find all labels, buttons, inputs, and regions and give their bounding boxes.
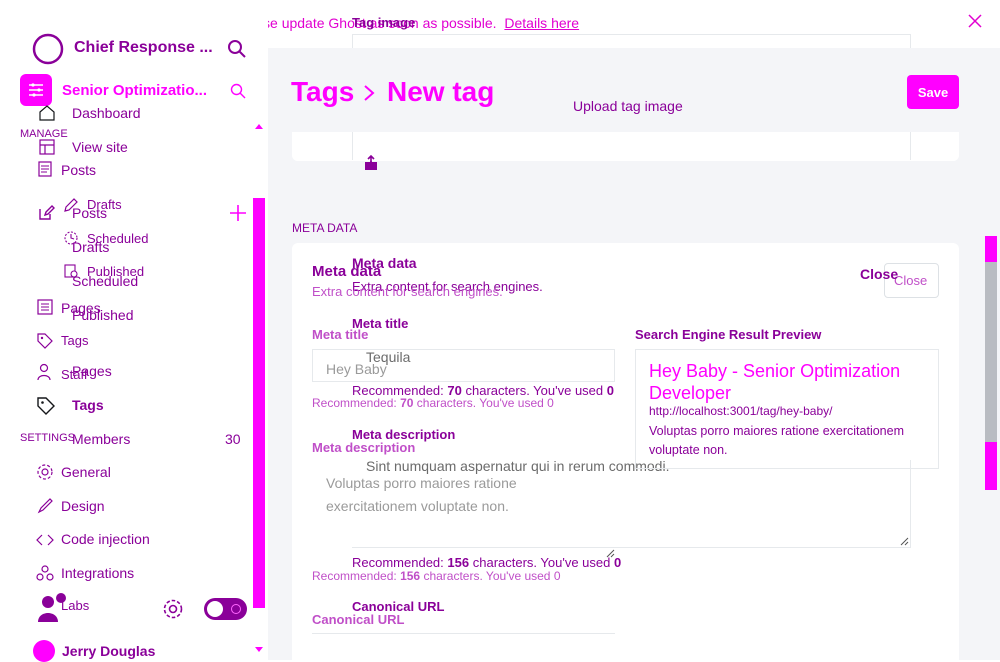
sidebar-item-drafts[interactable]: Drafts [72,239,109,255]
search-icon[interactable] [227,39,247,59]
serp-description: Voluptas porro maiores ratione exercitat… [649,424,904,457]
sidebar-item-tags-active[interactable]: Tags [72,397,104,413]
sidebar-item-view-site[interactable]: View site [72,139,128,155]
sidebar-item-pages[interactable]: Pages [72,363,112,379]
hint-number: 156 [447,555,470,570]
user-name[interactable]: Jerry Douglas [62,643,155,659]
brush-icon [37,498,53,514]
hint-number: 70 [400,396,414,410]
hint-used: 0 [606,383,614,398]
gear-icon [37,464,53,480]
tag-image-label: Tag image [352,15,416,30]
serp-url: http://localhost:3001/tag/hey-baby/ [649,404,833,418]
meta-title-hint-shadow: Recommended: 70 characters. You've used … [312,396,554,410]
code-icon [36,534,54,546]
hint-prefix: Recommended: [312,569,397,583]
meta-card-subtitle-shadow: Extra content for search engines. [312,284,503,299]
staff-icon [37,363,51,381]
tag-icon [37,333,53,349]
hint-prefix: Recommended: [352,555,444,570]
posts-icon [38,161,52,177]
layout-icon [39,139,55,155]
sidebar-scrollbar-thumb[interactable] [253,198,265,608]
home-icon [39,105,55,121]
sidebar-item-members[interactable]: Members [72,431,130,447]
meta-section-label: META DATA [292,221,358,235]
sidebar-item-general[interactable]: General [61,464,111,480]
sidebar-item-scheduled[interactable]: Scheduled [72,273,138,289]
theme-toggle[interactable] [204,598,247,620]
sidebar: Chief Response ... Senior Optimizatio...… [0,0,268,662]
meta-description-value-shadow: Voluptas porro maiores ratione exercitat… [326,475,517,514]
scroll-down-icon[interactable] [254,646,264,654]
sidebar-item-integrations[interactable]: Integrations [61,565,134,581]
meta-description-label-shadow: Meta description [312,440,416,455]
sun-icon [231,604,241,614]
tag-icon [37,397,55,415]
hint-middle: characters. You've used [423,569,551,583]
hint-middle: characters. You've used [472,555,611,570]
canonical-url-input[interactable] [312,633,615,660]
settings-section-label: SETTINGS [20,432,76,444]
hint-used: 0 [614,555,622,570]
upload-tag-image-overlay[interactable]: Upload tag image [573,98,683,114]
canonical-url-label-shadow: Canonical URL [312,612,405,627]
close-icon[interactable] [966,12,984,30]
sidebar-item-labs[interactable]: Labs [61,598,89,613]
sliders-icon [29,83,43,97]
sidebar-item-posts[interactable]: Posts [61,162,96,178]
sidebar-item-published[interactable]: Published [72,307,134,323]
meta-card-title: Meta data [352,255,417,271]
scroll-up-icon[interactable] [254,122,264,130]
edit-icon [39,205,55,220]
tag-image-dropzone-bottom [352,132,911,160]
sidebar-item-dashboard[interactable]: Dashboard [72,105,141,121]
serp-title: Hey Baby - Senior Optimization Developer [649,361,901,403]
hint-middle: characters. You've used [416,396,544,410]
integrations-icon [36,565,54,581]
close-button-label[interactable]: Close [894,273,927,288]
serp-preview-label: Search Engine Result Preview [635,327,822,342]
avatar[interactable] [33,640,55,662]
sidebar-item-design[interactable]: Design [61,498,105,514]
close-label[interactable]: Close [860,266,898,282]
search-icon[interactable] [230,83,246,99]
sidebar-item-posts[interactable]: Posts [72,205,107,221]
settings-gear-icon[interactable] [162,598,184,620]
meta-title-value-shadow: Hey Baby [326,361,387,377]
resize-handle-icon[interactable] [899,536,909,546]
site-title[interactable]: Chief Response ... [74,39,213,57]
site-icon [20,74,52,106]
sidebar-item-code-injection[interactable]: Code injection [61,531,150,547]
hint-prefix: Recommended: [312,396,397,410]
banner-details-link[interactable]: Details here [504,15,579,31]
hint-used: 0 [547,396,554,410]
site-logo-icon [32,33,64,65]
upload-icon [365,155,377,170]
save-button[interactable]: Save [907,75,959,109]
plus-icon[interactable] [229,204,247,222]
meta-description-hint: Recommended: 156 characters. You've used… [352,555,621,570]
pages-icon [37,299,53,315]
sidebar-item-tags[interactable]: Tags [61,333,88,348]
toggle-knob [207,601,223,617]
main-scrollbar-thumb-inner [985,262,997,442]
meta-title-label: Meta title [352,316,409,331]
chevron-right-icon [364,85,375,101]
hint-number: 156 [400,569,421,583]
breadcrumb-root[interactable]: Tags [291,76,354,108]
members-count: 30 [225,431,241,447]
page-title: New tag [387,76,495,107]
site-title-secondary[interactable]: Senior Optimizatio... [62,82,207,99]
meta-description-hint-shadow: Recommended: 156 characters. You've used… [312,569,561,583]
hint-used: 0 [553,569,561,583]
